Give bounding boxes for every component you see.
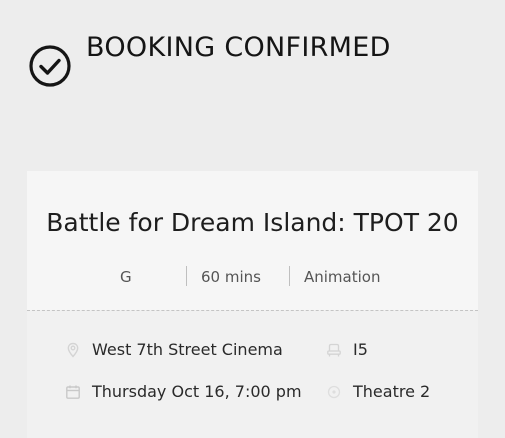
calendar-icon [65,384,81,400]
page-title: BOOKING CONFIRMED [86,32,391,63]
screen-icon [326,384,342,400]
movie-title: Battle for Dream Island: TPOT 20 [46,208,459,237]
movie-info: Battle for Dream Island: TPOT 20 G 60 mi… [27,171,478,310]
booking-card: Battle for Dream Island: TPOT 20 G 60 mi… [27,171,478,438]
meta-divider [289,266,290,286]
movie-meta: G 60 mins Animation [27,266,478,288]
movie-rating: G [120,268,132,286]
seat-number: I5 [353,340,368,359]
movie-duration: 60 mins [201,268,261,286]
movie-genre: Animation [304,268,381,286]
theatre-name: Theatre 2 [353,382,431,401]
confirmation-header: BOOKING CONFIRMED [0,0,505,120]
cinema-name: West 7th Street Cinema [92,340,283,359]
dashed-divider [27,310,478,311]
location-pin-icon [65,342,81,358]
showtime: Thursday Oct 16, 7:00 pm [92,382,302,401]
check-circle-icon [28,44,72,88]
meta-divider [186,266,187,286]
seat-icon [326,342,342,358]
